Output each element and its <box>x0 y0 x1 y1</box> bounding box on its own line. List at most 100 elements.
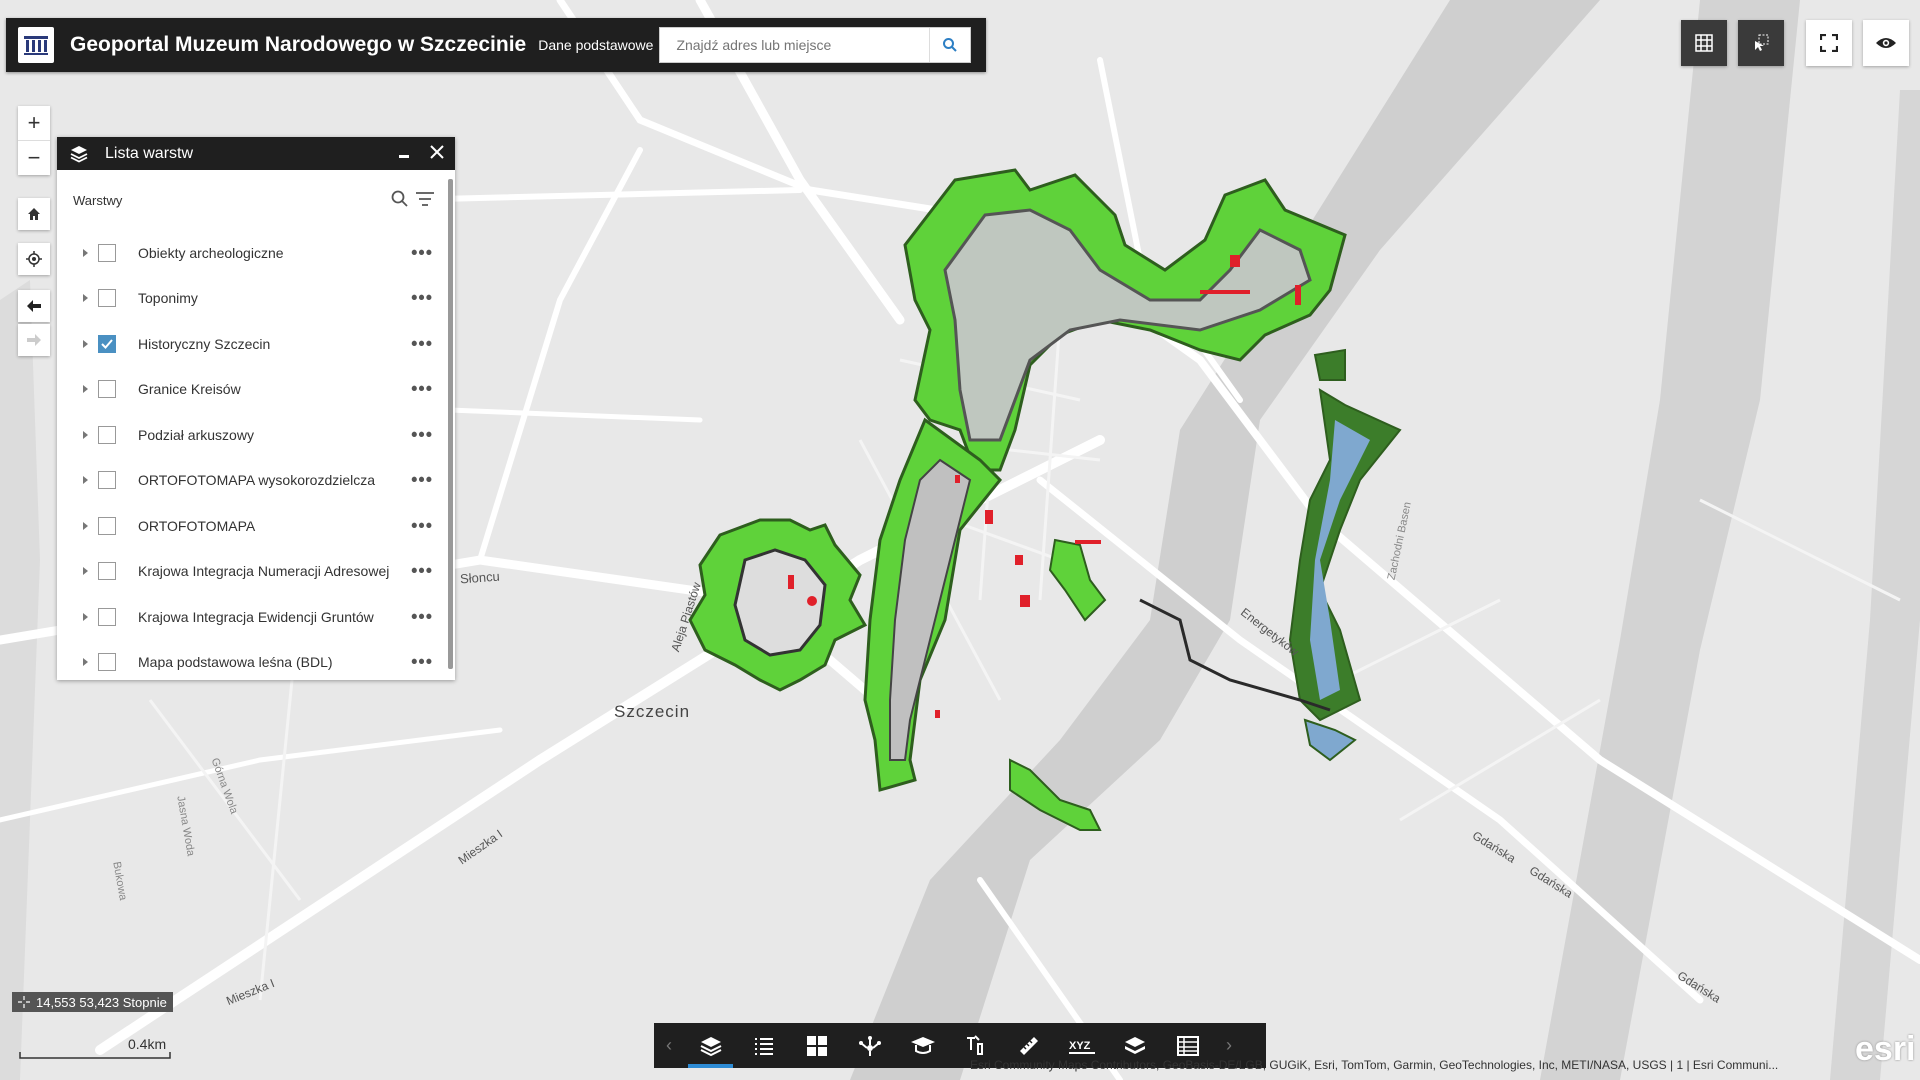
layer-row: ORTOFOTOMAPA ••• <box>57 503 455 549</box>
layer-list-panel: Lista warstw Warstwy Obiekty archeologic… <box>57 137 455 680</box>
toolbar-legend-button[interactable] <box>737 1023 790 1068</box>
layers-stack-icon <box>1124 1036 1145 1054</box>
toolbar-basemap-gallery-button[interactable] <box>790 1023 843 1068</box>
next-extent-button[interactable] <box>18 324 50 356</box>
layer-visibility-checkbox[interactable] <box>98 243 116 262</box>
search-input[interactable] <box>660 29 930 61</box>
expand-caret-icon[interactable] <box>83 294 88 303</box>
layer-row: Historyczny Szczecin ••• <box>57 321 455 367</box>
layer-filter-button[interactable] <box>415 191 435 210</box>
expand-caret-icon[interactable] <box>83 658 88 667</box>
home-button[interactable] <box>18 198 50 230</box>
layer-label: ORTOFOTOMAPA wysokorozdzielcza <box>138 472 376 489</box>
grid-tool-button[interactable] <box>1681 20 1727 66</box>
layer-options-button[interactable]: ••• <box>411 652 433 673</box>
arrow-right-icon <box>27 334 41 346</box>
layer-row: Granice Kreisów ••• <box>57 367 455 413</box>
layer-options-button[interactable]: ••• <box>411 561 433 582</box>
search-box <box>659 27 972 63</box>
layer-row: Obiekty archeologiczne ••• <box>57 230 455 276</box>
select-tool-button[interactable] <box>1738 20 1784 66</box>
crosshair-icon <box>18 996 30 1008</box>
filter-list-icon <box>416 192 434 206</box>
home-icon <box>28 208 40 220</box>
layers-icon <box>700 1036 721 1056</box>
scale-bar-label: 0.4km <box>128 1036 167 1052</box>
minimize-button[interactable] <box>397 145 411 163</box>
minimize-icon <box>399 155 409 158</box>
layer-label: Granice Kreisów <box>138 381 241 398</box>
close-icon <box>430 145 444 159</box>
layer-options-button[interactable]: ••• <box>411 379 433 400</box>
expand-caret-icon[interactable] <box>83 567 88 576</box>
fullscreen-button[interactable] <box>1806 20 1852 66</box>
toolbar-analysis-button[interactable] <box>843 1023 896 1068</box>
layer-visibility-checkbox[interactable] <box>98 471 116 490</box>
layer-label: Obiekty archeologiczne <box>138 244 284 261</box>
layer-label: Toponimy <box>138 290 198 307</box>
expand-caret-icon[interactable] <box>83 612 88 621</box>
visibility-button[interactable] <box>1863 20 1909 66</box>
layer-options-button[interactable]: ••• <box>411 333 433 354</box>
draw-text-icon <box>966 1034 983 1055</box>
layer-label: Mapa podstawowa leśna (BDL) <box>138 654 333 671</box>
layer-visibility-checkbox[interactable] <box>98 289 116 308</box>
layer-row: Krajowa Integracja Ewidencji Gruntów ••• <box>57 594 455 640</box>
panel-header: Lista warstw <box>57 137 455 170</box>
layer-options-button[interactable]: ••• <box>411 606 433 627</box>
eye-icon <box>1876 38 1896 48</box>
city-label: Szczecin <box>614 702 691 721</box>
museum-logo <box>18 27 54 63</box>
close-button[interactable] <box>429 144 445 165</box>
fortification-ne-tip <box>1313 348 1346 381</box>
layer-options-button[interactable]: ••• <box>411 424 433 445</box>
locate-icon <box>26 251 42 267</box>
previous-extent-button[interactable] <box>18 290 50 322</box>
layer-visibility-checkbox[interactable] <box>98 607 116 626</box>
grid-icon <box>1695 34 1713 52</box>
zoom-in-button[interactable]: + <box>18 106 50 141</box>
my-location-button[interactable] <box>18 243 50 275</box>
map-attribution: Esri Community Maps Contributors, GeoBas… <box>970 1058 1779 1072</box>
app-subtitle: Dane podstawowe <box>538 37 654 53</box>
expand-caret-icon[interactable] <box>83 476 88 485</box>
zoom-control: + − <box>18 106 50 175</box>
layer-label: Historyczny Szczecin <box>138 335 271 352</box>
toolbar-education-button[interactable] <box>896 1023 949 1068</box>
layer-options-button[interactable]: ••• <box>411 242 433 263</box>
layer-visibility-checkbox[interactable] <box>98 380 116 399</box>
layer-options-button[interactable]: ••• <box>411 515 433 536</box>
layer-options-button[interactable]: ••• <box>411 288 433 309</box>
expand-caret-icon[interactable] <box>83 385 88 394</box>
layer-visibility-checkbox[interactable] <box>98 425 116 444</box>
layer-row: Toponimy ••• <box>57 276 455 322</box>
layers-icon <box>70 145 88 163</box>
layer-row: Krajowa Integracja Numeracji Adresowej ••… <box>57 549 455 595</box>
layer-options-button[interactable]: ••• <box>411 470 433 491</box>
search-button[interactable] <box>929 28 970 62</box>
analysis-icon <box>858 1035 881 1056</box>
search-icon <box>943 38 958 52</box>
expand-caret-icon[interactable] <box>83 339 88 348</box>
layer-search-button[interactable] <box>391 190 409 211</box>
layer-visibility-checkbox[interactable] <box>98 562 116 581</box>
xyz-coordinates-icon: XYZ <box>1068 1040 1095 1054</box>
layer-row: ORTOFOTOMAPA wysokorozdzielcza ••• <box>57 458 455 504</box>
panel-scrollbar[interactable] <box>448 179 453 669</box>
layer-visibility-checkbox[interactable] <box>98 653 116 672</box>
toolbar-layers-button[interactable] <box>684 1023 737 1068</box>
app-title: Geoportal Muzeum Narodowego w Szczecinie <box>70 33 527 56</box>
layer-label: Krajowa Integracja Numeracji Adresowej <box>138 563 390 580</box>
arrow-left-icon <box>27 300 41 312</box>
layer-label: Podział arkuszowy <box>138 426 254 443</box>
basemap-gallery-icon <box>806 1035 827 1056</box>
ruler-icon <box>1019 1036 1038 1055</box>
expand-caret-icon[interactable] <box>83 521 88 530</box>
expand-caret-icon[interactable] <box>83 430 88 439</box>
layer-visibility-checkbox[interactable] <box>98 516 116 535</box>
layer-visibility-checkbox[interactable] <box>98 334 116 353</box>
zoom-out-button[interactable]: − <box>18 141 50 175</box>
toolbar-prev-button[interactable]: ‹ <box>654 1023 684 1068</box>
pointer-select-icon <box>1755 34 1769 51</box>
expand-caret-icon[interactable] <box>83 248 88 257</box>
